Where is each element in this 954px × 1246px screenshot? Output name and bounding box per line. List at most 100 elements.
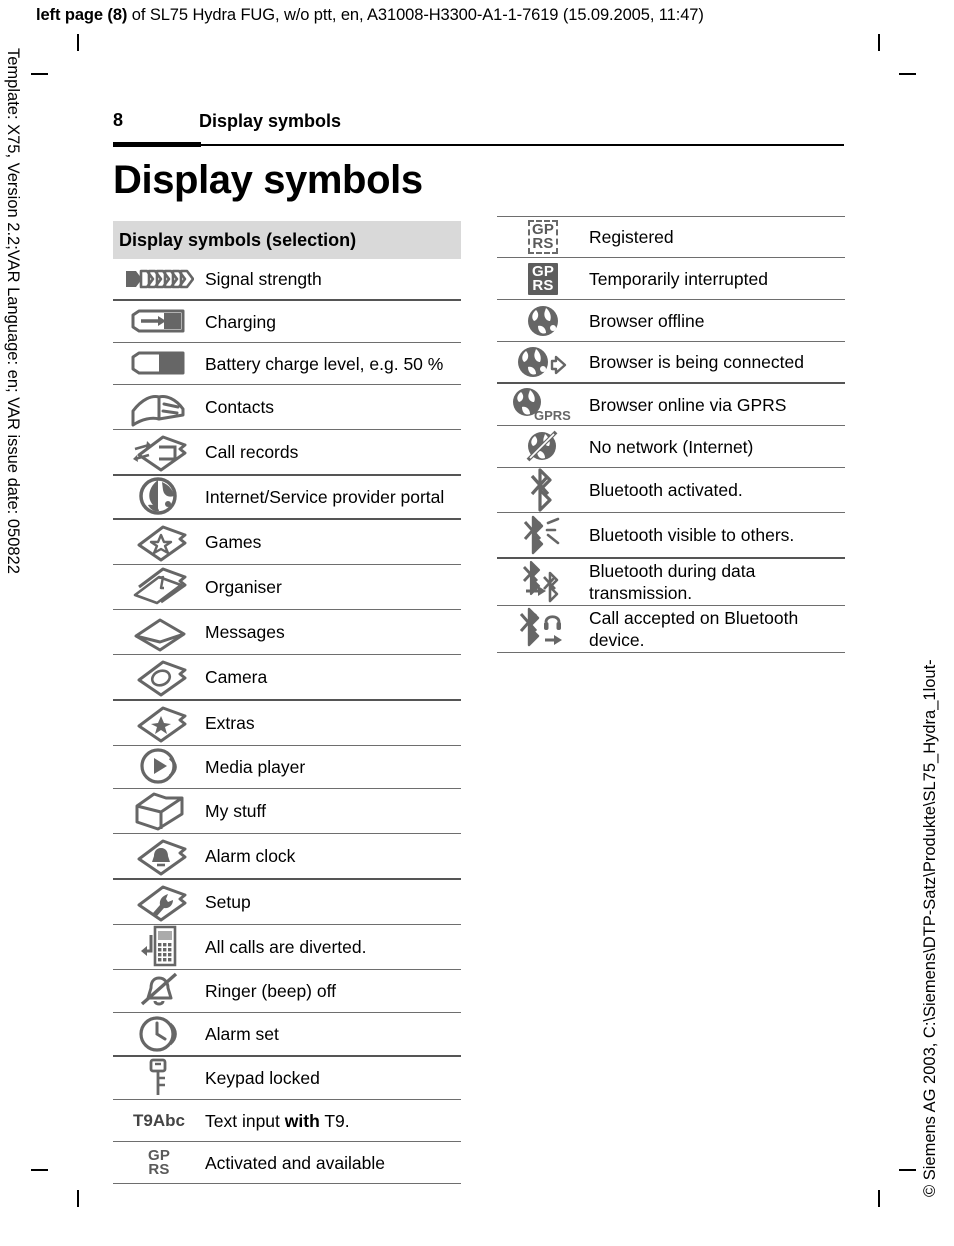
charging-battery-icon: [113, 309, 205, 335]
crop-mark-top-right-horizontal: [899, 73, 916, 75]
symbol-description: Battery charge level, e.g. 50 %: [205, 353, 444, 374]
symbol-description: Bluetooth during data transmission.: [589, 561, 756, 603]
page-title: Display symbols: [113, 158, 423, 202]
table-row: Browser offline: [497, 300, 845, 342]
camera-icon: [113, 655, 205, 699]
side-text-left: Template: X75, Version 2.2;VAR Language:…: [4, 48, 22, 574]
symbol-description: Text input with T9.: [205, 1110, 354, 1132]
table-row: Bluetooth visible to others.: [497, 513, 845, 559]
symbol-description: Keypad locked: [205, 1068, 320, 1088]
header-rule-thick: [113, 142, 201, 147]
symbol-description: Setup: [205, 892, 251, 912]
symbol-description: Alarm clock: [205, 846, 296, 866]
table-row: Call accepted on Bluetooth device.: [497, 606, 845, 653]
table-row: Charging: [113, 301, 461, 343]
table-row: Contacts: [113, 385, 461, 430]
gprs-registered-icon: GP RS: [497, 220, 589, 254]
table-row: Alarm set: [113, 1013, 461, 1057]
slug-rest: of SL75 Hydra FUG, w/o ptt, en, A31008-H…: [127, 6, 704, 24]
symbol-description: Contacts: [205, 397, 275, 417]
gprs-available-icon: GP RS: [113, 1146, 205, 1178]
t9-text-input-icon: T9Abc: [113, 1112, 205, 1129]
symbol-description: Activated and available: [205, 1152, 385, 1173]
no-network-icon: [497, 428, 589, 466]
label-part: Text input: [205, 1110, 285, 1131]
table-row: No network (Internet): [497, 426, 845, 468]
display-symbols-table-right: GP RS Registered GP RS Temporarily interrupte…: [497, 216, 845, 653]
symbol-description: Organiser: [205, 577, 282, 597]
battery-level-icon: [113, 351, 205, 377]
table-row: Bluetooth during data transmission.: [497, 559, 845, 606]
my-stuff-folder-icon: [113, 789, 205, 833]
symbol-description: Media player: [205, 757, 306, 777]
table-row: Messages: [113, 610, 461, 655]
symbol-description: Bluetooth activated.: [589, 480, 743, 500]
symbol-description: Browser offline: [589, 310, 705, 331]
browser-connecting-icon: [497, 345, 589, 379]
table-caption: Display symbols (selection): [113, 221, 461, 259]
table-row: Camera: [113, 655, 461, 701]
symbol-description: Camera: [205, 667, 268, 687]
crop-mark-top-left-horizontal: [31, 73, 48, 75]
display-symbols-table-left: Display symbols (selection) Signal stren…: [113, 221, 461, 1184]
symbol-description: Games: [205, 532, 262, 552]
table-row: Alarm clock: [113, 834, 461, 880]
gprs-interrupted-icon: GP RS: [497, 262, 589, 295]
table-row: Internet/Service provider portal: [113, 476, 461, 520]
gprs-interrupted-label: GP RS: [527, 262, 559, 295]
table-row: Battery charge level, e.g. 50 %: [113, 343, 461, 385]
gprs-label: GP RS: [147, 1146, 171, 1178]
symbol-description: Messages: [205, 622, 285, 642]
bluetooth-visible-icon: [497, 513, 589, 557]
games-icon: [113, 520, 205, 564]
running-head: Display symbols: [199, 111, 342, 131]
browser-offline-icon: [497, 304, 589, 338]
alarm-clock-icon: [113, 834, 205, 878]
label-emphasis: with: [284, 1110, 320, 1131]
symbol-description: All calls are diverted.: [205, 937, 367, 957]
page-number: 8: [113, 110, 124, 130]
call-divert-icon: [113, 925, 205, 969]
ringer-off-icon: [113, 970, 205, 1012]
table-row: Setup: [113, 880, 461, 925]
symbol-description: Bluetooth visible to others.: [589, 525, 795, 545]
bluetooth-active-icon: [497, 468, 589, 512]
symbol-description: Alarm set: [205, 1024, 279, 1044]
table-row: Media player: [113, 746, 461, 789]
table-row: Games: [113, 520, 461, 565]
symbol-description: Signal strength: [205, 269, 322, 289]
table-row: GP RS Temporarily interrupted: [497, 258, 845, 300]
signal-strength-icon: [113, 267, 205, 291]
symbol-description: Browser online via GPRS: [589, 394, 787, 415]
symbol-description: Ringer (beep) off: [205, 981, 337, 1001]
symbol-description: Temporarily interrupted: [589, 268, 768, 289]
crop-mark-bottom-right-vertical: [878, 1190, 880, 1207]
table-row: Keypad locked: [113, 1057, 461, 1100]
symbol-description: Call records: [205, 442, 299, 462]
contacts-icon: [113, 385, 205, 429]
table-row: Extras: [113, 701, 461, 746]
call-records-icon: [113, 430, 205, 474]
crop-mark-bottom-right-horizontal: [899, 1169, 916, 1171]
bluetooth-call-icon: [497, 606, 589, 652]
crop-mark-bottom-left-horizontal: [31, 1169, 48, 1171]
table-row: My stuff: [113, 789, 461, 834]
extras-star-icon: [113, 701, 205, 745]
alarm-set-icon: [113, 1013, 205, 1055]
table-row: GP RS Registered: [497, 216, 845, 258]
media-player-icon: [113, 746, 205, 788]
svg-text:GPRS: GPRS: [534, 408, 571, 423]
messages-icon: [113, 610, 205, 654]
symbol-description: Call accepted on Bluetooth device.: [589, 608, 799, 650]
organiser-icon: [113, 565, 205, 609]
symbol-description: My stuff: [205, 801, 266, 821]
keypad-locked-icon: [113, 1057, 205, 1099]
symbol-description: Browser is being connected: [589, 352, 804, 372]
browser-online-gprs-icon: GPRS: [497, 387, 589, 423]
symbol-description: No network (Internet): [589, 436, 754, 457]
bluetooth-data-icon: [497, 559, 589, 605]
gprs-registered-label: GP RS: [527, 220, 559, 254]
table-row: All calls are diverted.: [113, 925, 461, 970]
slug-bold-prefix: left page (8): [36, 6, 128, 24]
symbol-description: Charging: [205, 311, 277, 332]
